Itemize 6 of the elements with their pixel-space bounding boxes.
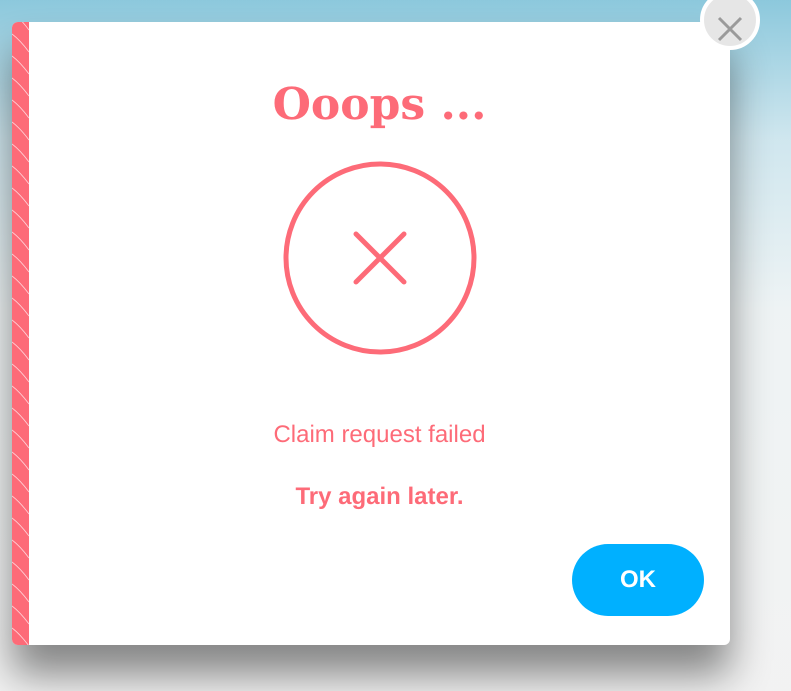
error-message: Claim request failed [273,420,486,450]
error-detail: Try again later. [295,482,464,512]
error-circle-icon [282,160,478,356]
dialog-title: Ooops ... [272,78,486,132]
ok-button[interactable]: OK [572,544,704,616]
close-icon [717,16,743,42]
